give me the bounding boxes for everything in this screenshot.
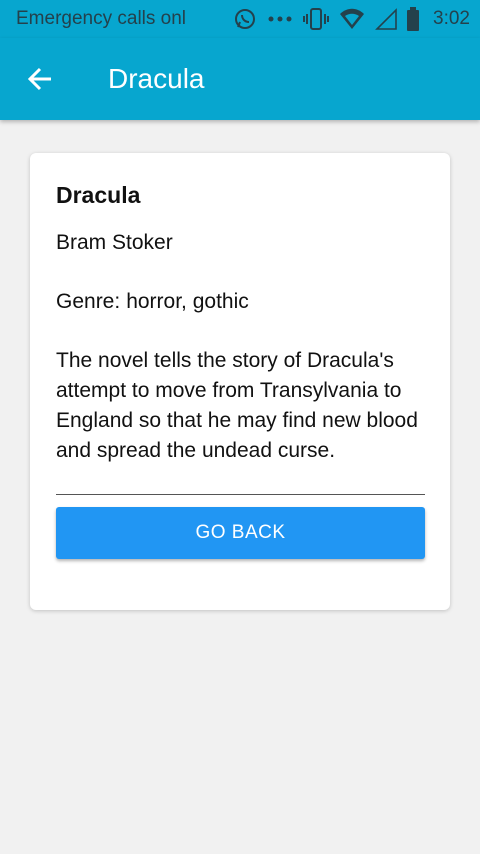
page-title: Dracula [108, 63, 205, 94]
genre-label: Genre: [56, 290, 121, 313]
divider [56, 494, 425, 495]
status-carrier-text: Emergency calls onl [16, 8, 187, 29]
battery-icon [407, 7, 420, 31]
app-bar: Dracula [0, 38, 480, 120]
arrow-back-icon[interactable] [26, 65, 54, 93]
signal-icon [375, 8, 397, 30]
book-author: Bram Stoker [56, 231, 173, 254]
status-icons: 3:02 [233, 7, 470, 31]
book-genre: Genre: horror, gothic [56, 287, 425, 317]
vibrate-icon [303, 7, 330, 31]
whatsapp-icon [233, 7, 257, 31]
genre-value: horror, gothic [126, 290, 249, 313]
go-back-button[interactable]: GO BACK [56, 507, 425, 559]
book-card: Dracula Bram Stoker Genre: horror, gothic… [30, 153, 450, 610]
more-dots-icon [267, 14, 293, 24]
book-description: The novel tells the story of Dracula's a… [56, 349, 418, 462]
status-time: 3:02 [433, 8, 470, 29]
status-bar: Emergency calls onl 3:02 [0, 0, 480, 38]
wifi-icon [339, 8, 365, 30]
book-title: Dracula [56, 182, 141, 208]
